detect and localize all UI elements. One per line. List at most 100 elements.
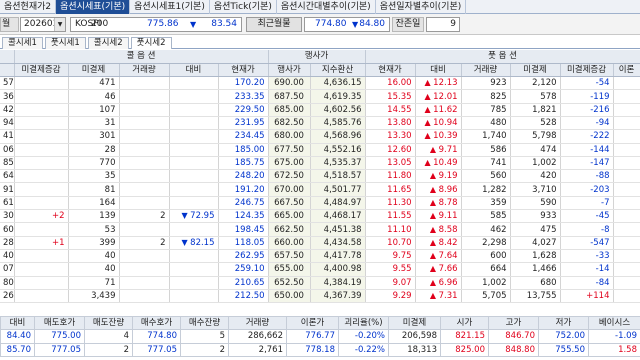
option-row[interactable]: 60 53 198.45 662.50 4,451.38 11.10 ▲ 8.58 462 47… (0, 222, 640, 237)
change-value: 10.94 (433, 118, 458, 129)
put-change-cell: ▲ 7.66 (415, 262, 462, 277)
window-tab-2[interactable]: 옵션시세표1(기본) (130, 0, 210, 14)
option-row[interactable]: 28 +1 399 2 ▼ 82.15 118.05 660.00 4,434.58 10.70… (0, 236, 640, 250)
subtab-1[interactable]: 풋시세1 (44, 37, 86, 49)
dropdown-arrow-icon[interactable]: ▼ (54, 18, 65, 31)
call-theoretical-cell: 91 (0, 182, 15, 197)
change-value: 7.66 (438, 264, 458, 275)
call-open-interest-cell: 35 (68, 169, 120, 184)
call-change-cell (169, 143, 219, 157)
nearmonth-button[interactable]: 최근월물 (246, 17, 302, 32)
window-tab-5[interactable]: 옵션일자별추이(기본) (376, 0, 467, 14)
column-header[interactable]: 현재가 (365, 63, 416, 78)
put-change-cell: ▲ 9.19 (415, 169, 462, 184)
column-header[interactable]: 지수환산 (310, 63, 366, 78)
option-row[interactable]: 80 71 210.65 652.50 4,384.19 9.07 ▲ 6.96 1,002 6… (0, 276, 640, 290)
nearmonth-futures-field: 774.80 ▼ 84.80 (304, 17, 390, 32)
column-header[interactable]: 대비 (415, 63, 462, 78)
subtab-3[interactable]: 풋시세2 (130, 37, 172, 49)
call-change-cell (169, 169, 219, 184)
call-theoretical-cell: 30 (0, 209, 15, 224)
column-header[interactable]: 미결제 (510, 63, 561, 78)
quote-cell: 206,598 (388, 329, 441, 344)
call-price-cell: 233.35 (218, 89, 269, 104)
put-change-cell: ▲ 7.31 (415, 289, 462, 304)
column-header[interactable]: 대비 (169, 63, 219, 78)
underlying-price: 775.86 (147, 19, 179, 29)
call-volume-cell (119, 76, 170, 91)
window-tab-3[interactable]: 옵션Tick(기본) (210, 0, 277, 14)
column-header[interactable]: 미결제증감 (14, 63, 69, 78)
put-change-cell: ▲ 12.01 (415, 89, 462, 104)
put-price-cell: 13.30 (365, 129, 416, 144)
call-price-cell: 185.00 (218, 143, 269, 157)
option-row[interactable]: 91 81 191.20 670.00 4,501.77 11.65 ▲ 8.96 1,282… (0, 182, 640, 197)
option-row[interactable]: 30 +2 139 2 ▼ 72.95 124.35 665.00 4,468.17 11.55… (0, 209, 640, 224)
up-arrow-icon: ▲ (429, 290, 439, 300)
put-theoretical-cell (613, 116, 640, 131)
option-row[interactable]: 57 471 170.20 690.00 4,636.15 16.00 ▲ 12.13 923… (0, 76, 640, 91)
change-value: 8.78 (438, 197, 458, 208)
window-tab-0[interactable]: 옵션현재가2 (0, 0, 57, 14)
put-change-cell: ▲ 8.96 (415, 182, 462, 197)
down-arrow-icon: ▼ (352, 20, 359, 29)
call-open-interest-cell: 40 (68, 249, 120, 264)
call-theoretical-cell: 36 (0, 89, 15, 104)
option-row[interactable]: 07 40 259.10 655.00 4,400.98 9.55 ▲ 7.66 664 1,4… (0, 262, 640, 277)
option-row[interactable]: 42 107 229.50 685.00 4,602.56 14.55 ▲ 11.62 785… (0, 103, 640, 117)
call-open-interest-cell: 3,439 (68, 289, 120, 304)
option-row[interactable]: 64 35 248.20 672.50 4,518.57 11.80 ▲ 9.19 560 42… (0, 169, 640, 184)
up-arrow-icon: ▲ (424, 91, 434, 101)
index-equivalent-cell: 4,434.58 (310, 236, 366, 250)
strike-price-cell: 675.00 (268, 156, 311, 171)
column-header[interactable]: 미결제 (68, 63, 120, 78)
up-arrow-icon: ▲ (424, 104, 434, 114)
change-value: 72.95 (190, 211, 215, 222)
call-price-cell: 229.50 (218, 103, 269, 117)
put-open-interest-cell: 1,002 (510, 156, 561, 171)
subtab-2[interactable]: 콜시세2 (87, 37, 129, 49)
option-row[interactable]: 06 28 185.00 677.50 4,552.16 12.60 ▲ 9.71 586 47… (0, 143, 640, 157)
column-header[interactable] (0, 63, 15, 78)
call-oi-change-cell (14, 262, 69, 277)
index-equivalent-cell: 4,568.96 (310, 129, 366, 144)
window-tab-4[interactable]: 옵션시간대별추이(기본) (277, 0, 376, 14)
up-arrow-icon: ▲ (429, 171, 439, 181)
change-value: 8.96 (438, 184, 458, 195)
column-header[interactable]: 행사가 (268, 63, 311, 78)
call-change-cell: ▼ 82.15 (169, 236, 219, 250)
column-header[interactable]: 현재가 (218, 63, 269, 78)
call-oi-change-cell: +1 (14, 236, 69, 250)
column-header[interactable]: 거래량 (119, 63, 170, 78)
quote-cell: 752.00 (538, 329, 589, 344)
column-header[interactable]: 미결제증감 (560, 63, 614, 78)
call-oi-change-cell (14, 103, 69, 117)
call-change-cell (169, 182, 219, 197)
call-change-cell (169, 276, 219, 290)
change-value: 9.11 (438, 211, 458, 222)
option-row[interactable]: 26 3,439 212.50 650.00 4,367.39 9.29 ▲ 7.31 5,7… (0, 289, 640, 304)
subtab-0[interactable]: 콜시세1 (2, 37, 43, 49)
change-value: 10.39 (433, 131, 458, 142)
put-price-cell: 12.60 (365, 143, 416, 157)
put-volume-cell: 5,705 (461, 289, 511, 304)
put-theoretical-cell (613, 103, 640, 117)
option-row[interactable]: 61 164 246.75 667.50 4,484.97 11.30 ▲ 8.78 359 5… (0, 196, 640, 211)
put-volume-cell: 664 (461, 262, 511, 277)
expiry-month-select[interactable]: 202603 ▼ (20, 17, 66, 32)
call-oi-change-cell (14, 143, 69, 157)
window-tab-1[interactable]: 옵션시세표(기본) (56, 0, 131, 14)
option-row[interactable]: 41 301 234.45 680.00 4,568.96 13.30 ▲ 10.39 1,7… (0, 129, 640, 144)
call-oi-change-cell (14, 222, 69, 237)
option-row[interactable]: 36 46 233.35 687.50 4,619.35 15.35 ▲ 12.01 825 5… (0, 89, 640, 104)
option-row[interactable]: 85 770 185.75 675.00 4,535.37 13.05 ▲ 10.49 741… (0, 156, 640, 171)
change-value: 12.01 (433, 91, 458, 102)
column-header[interactable]: 이론 (613, 63, 640, 78)
option-row[interactable]: 40 40 262.95 657.50 4,417.78 9.75 ▲ 7.64 600 1,6… (0, 249, 640, 264)
put-change-cell: ▲ 9.11 (415, 209, 462, 224)
call-open-interest-cell: 31 (68, 116, 120, 131)
put-oi-change-cell: -7 (560, 196, 614, 211)
quote-cell: 777.05 (34, 342, 85, 357)
option-row[interactable]: 94 31 231.95 682.50 4,585.76 13.80 ▲ 10.94 480 5… (0, 116, 640, 131)
column-header[interactable]: 거래량 (461, 63, 511, 78)
